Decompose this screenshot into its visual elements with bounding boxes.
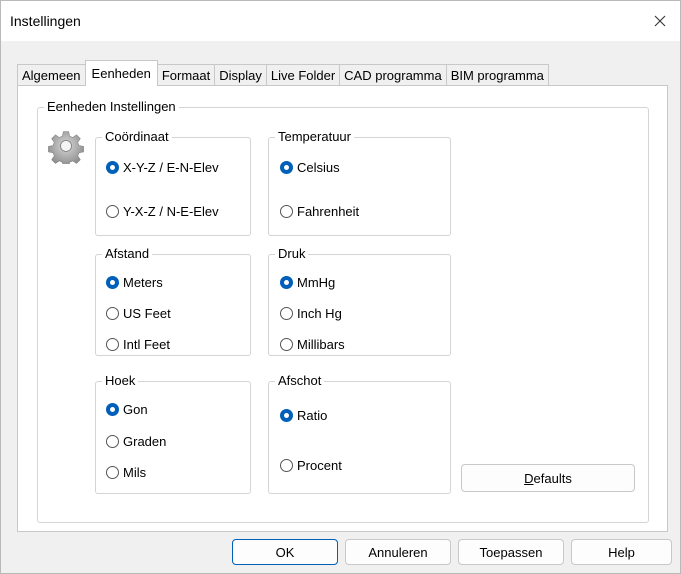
angle-title: Hoek bbox=[105, 373, 136, 388]
radio-indicator bbox=[106, 435, 119, 448]
slope-group: Afschot bbox=[268, 374, 451, 494]
distance-title: Afstand bbox=[105, 246, 150, 261]
temperature-group: Temperatuur bbox=[268, 130, 451, 236]
tab-display[interactable]: Display bbox=[214, 64, 267, 86]
slope-title: Afschot bbox=[278, 373, 322, 388]
radio-xyz[interactable]: X-Y-Z / E-N-Elev bbox=[106, 160, 219, 175]
temperature-title: Temperatuur bbox=[278, 129, 351, 144]
radio-indicator bbox=[280, 161, 293, 174]
radio-millibars[interactable]: Millibars bbox=[280, 337, 345, 352]
tab-strip: Algemeen Eenheden Formaat Display Live F… bbox=[17, 60, 549, 86]
tab-cad-programma[interactable]: CAD programma bbox=[339, 64, 447, 86]
radio-ratio[interactable]: Ratio bbox=[280, 408, 327, 423]
radio-fahrenheit[interactable]: Fahrenheit bbox=[280, 204, 359, 219]
help-button[interactable]: Help bbox=[571, 539, 672, 565]
radio-label: Ratio bbox=[297, 408, 328, 423]
ok-button[interactable]: OK bbox=[232, 539, 338, 565]
window-title: Instellingen bbox=[10, 13, 81, 29]
radio-label: Celsius bbox=[297, 160, 340, 175]
radio-label: Fahrenheit bbox=[297, 204, 360, 219]
defaults-accel: D bbox=[524, 470, 534, 486]
radio-label: US Feet bbox=[123, 306, 171, 321]
units-settings-title: Eenheden Instellingen bbox=[47, 99, 176, 114]
radio-label: Gon bbox=[123, 402, 148, 417]
settings-dialog: Instellingen Algemeen Eenheden Formaat D… bbox=[0, 0, 681, 574]
radio-procent[interactable]: Procent bbox=[280, 458, 342, 473]
radio-mmhg[interactable]: MmHg bbox=[280, 275, 335, 290]
radio-label: Graden bbox=[123, 434, 167, 449]
title-bar: Instellingen bbox=[1, 1, 680, 41]
radio-yxz[interactable]: Y-X-Z / N-E-Elev bbox=[106, 204, 219, 219]
tab-formaat[interactable]: Formaat bbox=[156, 64, 216, 86]
radio-us-feet[interactable]: US Feet bbox=[106, 306, 171, 321]
tab-bim-programma[interactable]: BIM programma bbox=[445, 64, 549, 86]
radio-label: Intl Feet bbox=[123, 337, 170, 352]
close-icon bbox=[654, 15, 666, 27]
radio-indicator bbox=[280, 276, 293, 289]
radio-indicator bbox=[106, 403, 119, 416]
defaults-button[interactable]: Defaults bbox=[461, 464, 635, 492]
radio-label: Y-X-Z / N-E-Elev bbox=[123, 204, 219, 219]
radio-indicator bbox=[106, 466, 119, 479]
radio-indicator bbox=[106, 161, 119, 174]
radio-label: MmHg bbox=[297, 275, 336, 290]
cancel-button[interactable]: Annuleren bbox=[345, 539, 451, 565]
radio-meters[interactable]: Meters bbox=[106, 275, 163, 290]
radio-label: Mils bbox=[123, 465, 147, 480]
radio-intl-feet[interactable]: Intl Feet bbox=[106, 337, 170, 352]
radio-graden[interactable]: Graden bbox=[106, 434, 166, 449]
radio-label: Millibars bbox=[297, 337, 345, 352]
radio-label: Inch Hg bbox=[297, 306, 342, 321]
radio-label: Procent bbox=[297, 458, 342, 473]
radio-gon[interactable]: Gon bbox=[106, 402, 148, 417]
radio-celsius[interactable]: Celsius bbox=[280, 160, 340, 175]
tab-algemeen[interactable]: Algemeen bbox=[17, 64, 86, 86]
coordinate-group: Coördinaat bbox=[95, 130, 251, 236]
coordinate-title: Coördinaat bbox=[105, 129, 169, 144]
radio-indicator bbox=[280, 409, 293, 422]
radio-indicator bbox=[106, 338, 119, 351]
radio-indicator bbox=[280, 307, 293, 320]
tab-live-folder[interactable]: Live Folder bbox=[265, 64, 341, 86]
radio-inch-hg[interactable]: Inch Hg bbox=[280, 306, 342, 321]
radio-indicator bbox=[106, 307, 119, 320]
radio-label: X-Y-Z / E-N-Elev bbox=[123, 160, 219, 175]
radio-indicator bbox=[280, 338, 293, 351]
tab-eenheden[interactable]: Eenheden bbox=[84, 60, 158, 86]
defaults-label: efaults bbox=[533, 470, 572, 486]
close-button[interactable] bbox=[640, 1, 680, 41]
radio-indicator bbox=[280, 459, 293, 472]
gear-icon bbox=[48, 131, 84, 164]
radio-indicator bbox=[280, 205, 293, 218]
tab-panel-eenheden: Eenheden Instellingen Coördinaat X-Y-Z /… bbox=[17, 85, 668, 532]
apply-button[interactable]: Toepassen bbox=[458, 539, 564, 565]
radio-indicator bbox=[106, 276, 119, 289]
radio-mils[interactable]: Mils bbox=[106, 465, 146, 480]
pressure-title: Druk bbox=[278, 246, 306, 261]
radio-indicator bbox=[106, 205, 119, 218]
radio-label: Meters bbox=[123, 275, 163, 290]
